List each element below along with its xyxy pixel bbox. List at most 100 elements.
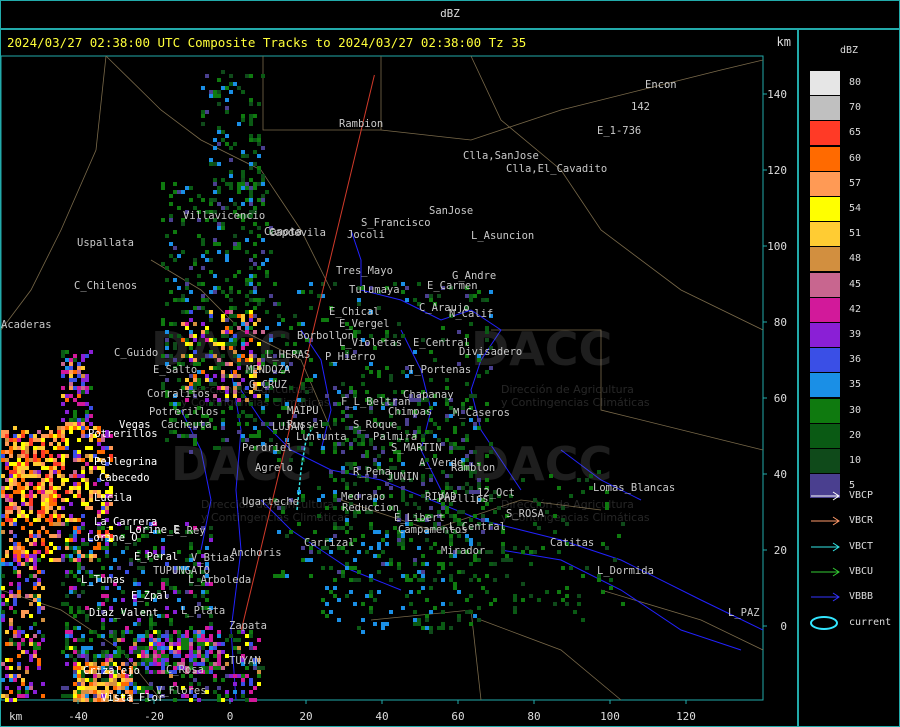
radar-map[interactable]: DACCDirección de Agriculturay Contingenc… (1, 30, 797, 726)
echo-pixel (521, 598, 525, 602)
echo-pixel (41, 682, 45, 686)
place-label: G_CRUZ (249, 379, 287, 391)
echo-pixel (1, 678, 5, 682)
echo-pixel (193, 306, 197, 310)
echo-pixel (69, 634, 73, 638)
echo-pixel (29, 506, 33, 510)
echo-pixel (261, 298, 265, 302)
echo-pixel (57, 522, 61, 526)
place-label: C_Rosa (166, 664, 204, 676)
echo-pixel (449, 446, 453, 450)
echo-pixel (109, 678, 113, 682)
echo-pixel (569, 494, 573, 498)
echo-pixel (181, 642, 185, 646)
echo-pixel (485, 454, 489, 458)
echo-pixel (453, 582, 457, 586)
echo-pixel (17, 574, 21, 578)
echo-pixel (33, 458, 37, 462)
echo-pixel (81, 474, 85, 478)
echo-pixel (13, 474, 17, 478)
echo-pixel (189, 290, 193, 294)
echo-pixel (249, 402, 253, 406)
echo-pixel (33, 634, 37, 638)
echo-pixel (81, 698, 85, 702)
echo-pixel (29, 490, 33, 494)
echo-pixel (189, 626, 193, 630)
echo-pixel (225, 374, 229, 378)
echo-pixel (365, 454, 369, 458)
echo-pixel (49, 454, 53, 458)
echo-pixel (77, 670, 81, 674)
echo-pixel (229, 82, 233, 86)
echo-pixel (417, 426, 421, 430)
echo-pixel (65, 490, 69, 494)
echo-pixel (61, 426, 65, 430)
echo-pixel (245, 282, 249, 286)
echo-pixel (69, 606, 73, 610)
echo-pixel (201, 590, 205, 594)
echo-pixel (29, 566, 33, 570)
echo-pixel (73, 530, 77, 534)
echo-pixel (73, 358, 77, 362)
echo-pixel (401, 282, 405, 286)
echo-pixel (445, 418, 449, 422)
echo-pixel (529, 594, 533, 598)
echo-pixel (337, 598, 341, 602)
echo-pixel (353, 558, 357, 562)
legend-panel: dBZ 80 70 65 60 57 54 51 48 45 42 39 36 35 30 20 10 5 VBC… (798, 29, 900, 727)
echo-pixel (13, 442, 17, 446)
echo-pixel (209, 258, 213, 262)
echo-pixel (9, 626, 13, 630)
echo-pixel (565, 522, 569, 526)
echo-pixel (177, 434, 181, 438)
echo-pixel (137, 566, 141, 570)
echo-pixel (125, 678, 129, 682)
echo-pixel (165, 638, 169, 642)
echo-pixel (85, 694, 89, 698)
echo-pixel (401, 290, 405, 294)
echo-pixel (105, 686, 109, 690)
echo-pixel (161, 546, 165, 550)
echo-pixel (245, 398, 249, 402)
echo-pixel (73, 666, 77, 670)
echo-pixel (245, 310, 249, 314)
echo-pixel (397, 562, 401, 566)
echo-pixel (445, 438, 449, 442)
echo-pixel (217, 650, 221, 654)
legend-swatch (810, 71, 840, 95)
echo-pixel (5, 442, 9, 446)
echo-pixel (69, 374, 73, 378)
echo-pixel (65, 522, 69, 526)
echo-pixel (85, 486, 89, 490)
echo-pixel (5, 562, 9, 566)
radar-map-panel[interactable]: 2024/03/27 02:38:00 UTC Composite Tracks… (0, 29, 798, 727)
echo-pixel (161, 182, 165, 186)
echo-pixel (237, 246, 241, 250)
echo-pixel (153, 638, 157, 642)
echo-pixel (73, 534, 77, 538)
echo-pixel (37, 490, 41, 494)
echo-pixel (165, 646, 169, 650)
echo-pixel (513, 610, 517, 614)
echo-pixel (333, 522, 337, 526)
echo-pixel (81, 646, 85, 650)
echo-pixel (61, 582, 65, 586)
echo-pixel (193, 634, 197, 638)
echo-pixel (397, 458, 401, 462)
echo-pixel (133, 638, 137, 642)
echo-pixel (49, 434, 53, 438)
echo-pixel (257, 170, 261, 174)
echo-pixel (41, 502, 45, 506)
echo-pixel (273, 282, 277, 286)
echo-pixel (221, 370, 225, 374)
echo-pixel (173, 322, 177, 326)
place-label: Potrerillos (149, 406, 219, 418)
echo-pixel (73, 354, 77, 358)
echo-pixel (201, 198, 205, 202)
echo-pixel (581, 574, 585, 578)
echo-pixel (81, 538, 85, 542)
echo-pixel (289, 530, 293, 534)
echo-pixel (9, 486, 13, 490)
echo-pixel (17, 646, 21, 650)
echo-pixel (145, 666, 149, 670)
